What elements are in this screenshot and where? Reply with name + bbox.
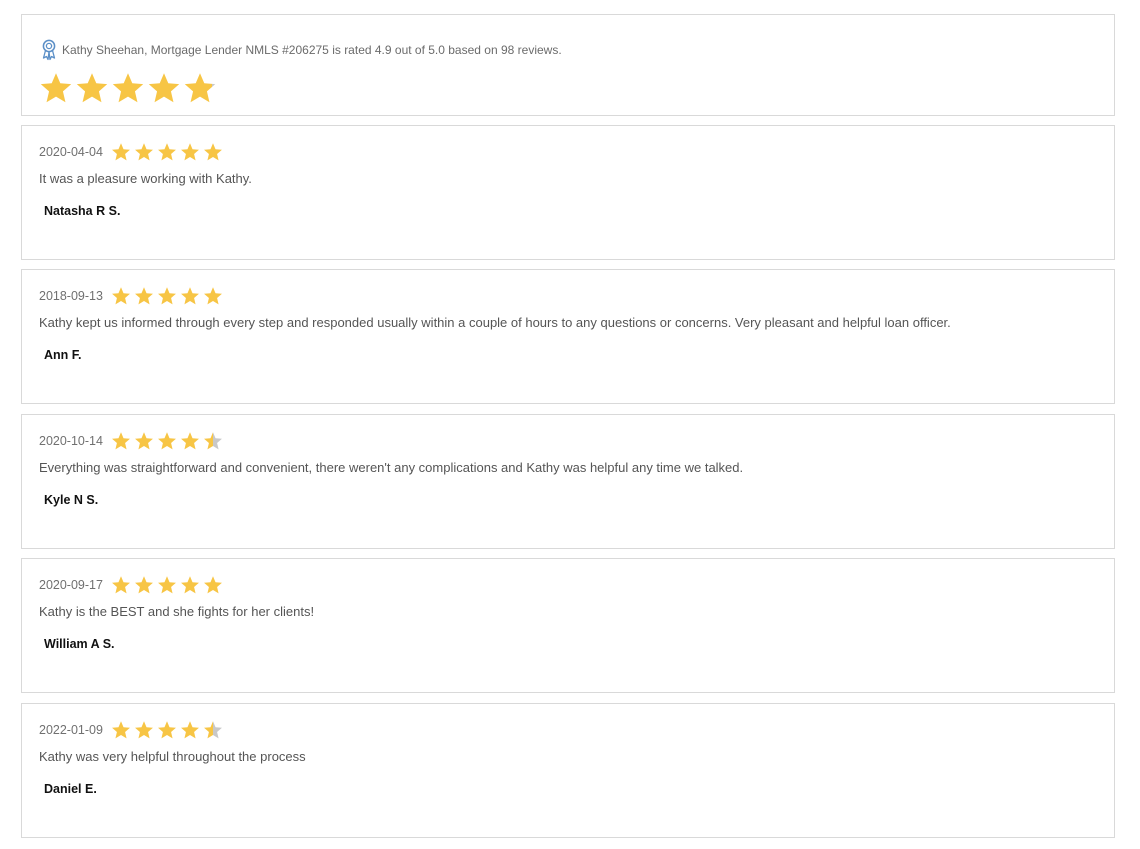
star-icon [156,720,179,740]
star-icon [202,431,225,451]
review-card: 2018-09-13 Kathy kept us informed through… [21,269,1115,404]
star-icon [202,720,225,740]
rating-summary-text: Kathy Sheehan, Mortgage Lender NMLS #206… [62,43,562,57]
star-icon [179,431,202,451]
review-header: 2022-01-09 [39,720,225,740]
review-star-rating [110,431,225,451]
review-star-rating [110,575,225,595]
star-icon [133,720,156,740]
review-header: 2020-09-17 [39,575,225,595]
review-author: Natasha R S. [44,204,121,218]
star-icon [156,431,179,451]
review-author: Ann F. [44,348,82,362]
review-header: 2020-10-14 [39,431,225,451]
review-header: 2018-09-13 [39,286,225,306]
star-icon [202,286,225,306]
rating-summary-card: Kathy Sheehan, Mortgage Lender NMLS #206… [21,14,1115,116]
review-star-rating [110,286,225,306]
review-card: 2020-10-14 Everything was straightforward… [21,414,1115,549]
review-header: 2020-04-04 [39,142,225,162]
review-author: Kyle N S. [44,493,99,507]
star-icon [133,142,156,162]
star-icon [202,142,225,162]
review-date: 2022-01-09 [39,723,103,737]
review-text: Kathy kept us informed through every ste… [39,315,951,330]
star-icon [179,575,202,595]
star-icon [156,142,179,162]
star-icon [133,431,156,451]
review-author: Daniel E. [44,782,97,796]
summary-star-rating [38,71,218,105]
star-icon [110,286,133,306]
star-icon [110,431,133,451]
review-text: It was a pleasure working with Kathy. [39,171,252,186]
star-icon [133,575,156,595]
star-icon [156,575,179,595]
star-icon [146,71,182,105]
review-card: 2022-01-09 Kathy was very helpful through… [21,703,1115,838]
review-date: 2020-10-14 [39,434,103,448]
star-icon [182,71,218,105]
star-icon [133,286,156,306]
star-icon [74,71,110,105]
review-text: Everything was straightforward and conve… [39,460,744,475]
star-icon [38,71,74,105]
review-author: William A S. [44,637,115,651]
star-icon [179,720,202,740]
review-star-rating [110,720,225,740]
review-date: 2018-09-13 [39,289,103,303]
review-card: 2020-04-04 It was a pleasure working with… [21,125,1115,260]
review-date: 2020-09-17 [39,578,103,592]
star-icon [110,575,133,595]
star-icon [110,720,133,740]
review-card: 2020-09-17 Kathy is the BEST and she figh… [21,558,1115,693]
review-star-rating [110,142,225,162]
star-icon [110,142,133,162]
review-text: Kathy is the BEST and she fights for her… [39,604,315,619]
award-ribbon-icon [40,39,58,61]
review-text: Kathy was very helpful throughout the pr… [39,749,306,764]
review-date: 2020-04-04 [39,145,103,159]
star-icon [179,142,202,162]
star-icon [110,71,146,105]
star-icon [202,575,225,595]
star-icon [179,286,202,306]
star-icon [156,286,179,306]
rating-summary-line: Kathy Sheehan, Mortgage Lender NMLS #206… [40,39,562,61]
